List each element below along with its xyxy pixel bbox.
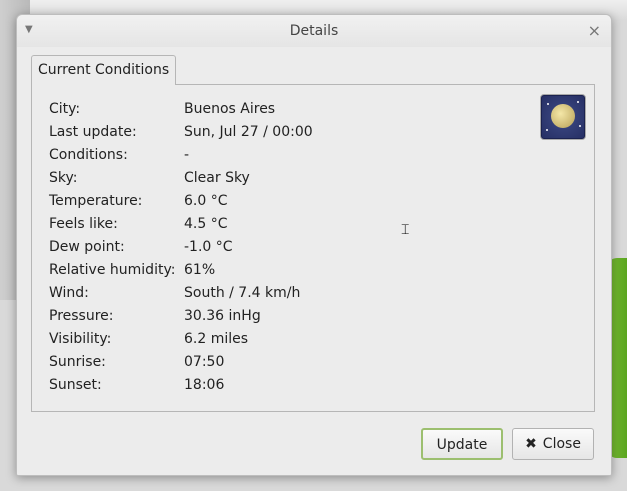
close-button[interactable]: ✖ Close bbox=[512, 428, 594, 460]
condition-value: 30.36 inHg bbox=[184, 308, 261, 324]
star-icon bbox=[579, 125, 581, 127]
update-button-label: Update bbox=[436, 437, 488, 453]
condition-value: 07:50 bbox=[184, 354, 225, 370]
close-icon: ✖ bbox=[525, 436, 537, 452]
condition-value: 6.0 °C bbox=[184, 193, 228, 209]
update-button[interactable]: Update bbox=[421, 428, 503, 460]
condition-label: Temperature: bbox=[49, 193, 143, 209]
star-icon bbox=[547, 103, 549, 105]
condition-value: 61% bbox=[184, 262, 216, 278]
condition-value: Sun, Jul 27 / 00:00 bbox=[184, 124, 313, 140]
close-button-label: Close bbox=[542, 436, 581, 452]
condition-label: Conditions: bbox=[49, 147, 128, 163]
condition-label: Dew point: bbox=[49, 239, 125, 255]
moon-disc bbox=[551, 104, 575, 128]
mouse-cursor-icon: ⌶ bbox=[401, 222, 410, 238]
condition-value: -1.0 °C bbox=[184, 239, 233, 255]
condition-label: Pressure: bbox=[49, 308, 114, 324]
condition-value: - bbox=[184, 147, 190, 163]
conditions-panel: City: Buenos Aires Last update: Sun, Jul 27… bbox=[31, 84, 595, 412]
condition-label: City: bbox=[49, 101, 81, 117]
condition-label: Wind: bbox=[49, 285, 89, 301]
condition-value: 6.2 miles bbox=[184, 331, 249, 347]
condition-value: 4.5 °C bbox=[184, 216, 228, 232]
condition-value: Buenos Aires bbox=[184, 101, 276, 117]
tab-current-conditions[interactable]: Current Conditions bbox=[31, 55, 177, 85]
condition-label: Sunrise: bbox=[49, 354, 106, 370]
moon-clear-night-icon bbox=[540, 94, 586, 140]
window-close-icon[interactable]: × bbox=[588, 21, 601, 40]
title-bar[interactable]: ▼ Details × bbox=[17, 15, 611, 47]
star-icon bbox=[577, 101, 579, 103]
condition-label: Feels like: bbox=[49, 216, 118, 232]
condition-label: Sky: bbox=[49, 170, 78, 186]
condition-value: South / 7.4 km/h bbox=[184, 285, 301, 301]
condition-value: 18:06 bbox=[184, 377, 225, 393]
condition-label: Sunset: bbox=[49, 377, 102, 393]
condition-label: Last update: bbox=[49, 124, 137, 140]
star-icon bbox=[546, 129, 548, 131]
condition-label: Visibility: bbox=[49, 331, 112, 347]
window-title: Details bbox=[289, 23, 339, 39]
condition-label: Relative humidity: bbox=[49, 262, 176, 278]
condition-value: Clear Sky bbox=[184, 170, 250, 186]
details-dialog: ▼ Details × Current Conditions City: Buen… bbox=[16, 14, 612, 476]
